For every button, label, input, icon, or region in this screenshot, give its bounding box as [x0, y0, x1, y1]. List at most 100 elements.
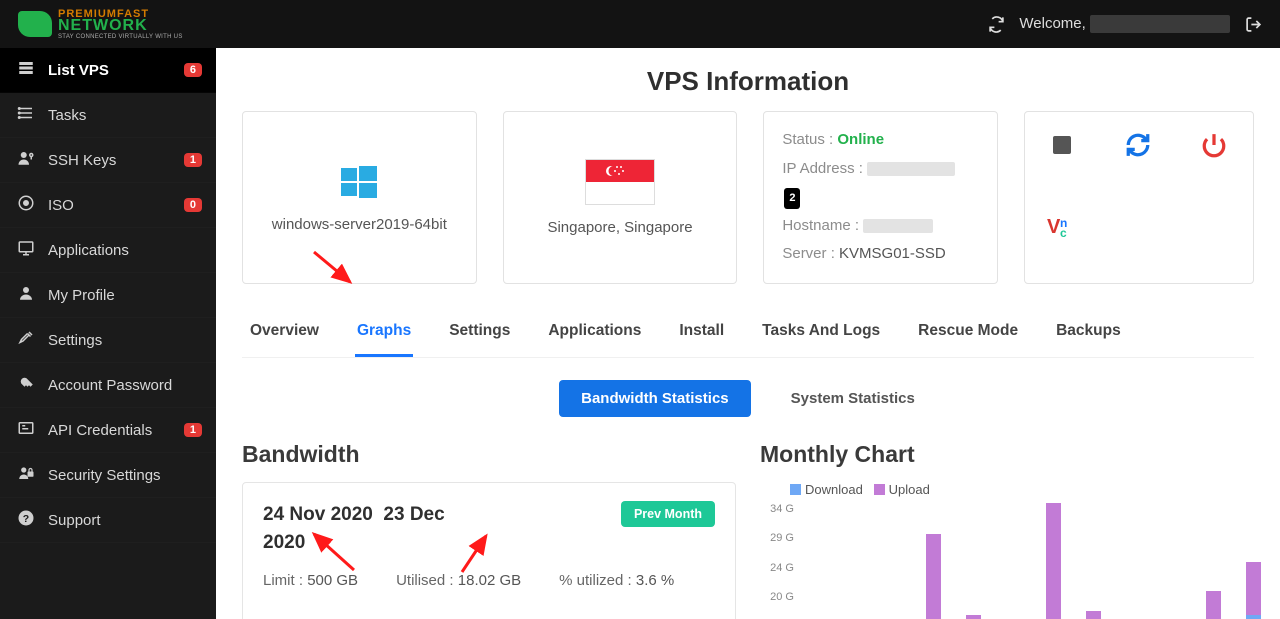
tab-overview[interactable]: Overview	[248, 312, 321, 357]
subtab-system[interactable]: System Statistics	[769, 380, 937, 417]
sidebar-icon	[16, 194, 36, 216]
card-location: Singapore, Singapore	[503, 111, 738, 284]
bar-group	[1046, 503, 1080, 619]
tab-settings[interactable]: Settings	[447, 312, 512, 357]
bar-group	[1206, 591, 1240, 619]
card-server-info: Status : Online IP Address : 2 Hostname …	[763, 111, 998, 284]
location-label: Singapore, Singapore	[547, 219, 692, 236]
sidebar-item-api-credentials[interactable]: API Credentials 1	[0, 408, 216, 453]
tab-backups[interactable]: Backups	[1054, 312, 1123, 357]
sidebar-item-label: Settings	[48, 332, 102, 349]
sidebar-item-label: Applications	[48, 242, 129, 259]
svg-text:V: V	[1047, 216, 1061, 237]
ip-label: IP Address :	[782, 160, 863, 177]
sidebar-badge: 0	[184, 198, 202, 212]
sidebar-icon	[16, 374, 36, 396]
svg-text:?: ?	[23, 513, 29, 525]
power-button[interactable]	[1199, 130, 1229, 160]
server-label: Server :	[782, 245, 835, 262]
hostname-redacted	[863, 219, 933, 233]
ip-count-badge: 2	[784, 188, 800, 209]
bar-group	[926, 534, 960, 619]
sidebar-badge: 6	[184, 63, 202, 77]
bandwidth-heading: Bandwidth	[242, 441, 736, 468]
sidebar-icon: ?	[16, 509, 36, 531]
card-actions: Vnc	[1024, 111, 1254, 284]
status-label: Status :	[782, 131, 833, 148]
sidebar: List VPS 6 Tasks SSH Keys 1 ISO 0 Applications M…	[0, 48, 216, 619]
bandwidth-limit: Limit : 500 GB	[263, 572, 358, 589]
sidebar-item-label: Account Password	[48, 377, 172, 394]
username-redacted	[1090, 15, 1230, 33]
monthly-chart-panel: Monthly Chart Download Upload 34 G29 G24…	[760, 441, 1254, 619]
sidebar-icon	[16, 239, 36, 261]
bandwidth-panel: Bandwidth 24 Nov 2020 23 Dec 2020 Prev M…	[242, 441, 736, 619]
hostname-label: Hostname :	[782, 217, 859, 234]
bar-group	[1246, 562, 1280, 619]
sidebar-icon	[16, 59, 36, 81]
bandwidth-percent: % utilized : 3.6 %	[559, 572, 674, 589]
sidebar-item-my-profile[interactable]: My Profile	[0, 273, 216, 318]
sidebar-icon	[16, 464, 36, 486]
card-os: windows-server2019-64bit	[242, 111, 477, 284]
logo-text: PREMIUMFAST NETWORK STAY CONNECTED VIRTU…	[58, 9, 183, 40]
chart-bars	[806, 503, 1254, 619]
sidebar-item-label: Tasks	[48, 107, 86, 124]
bandwidth-utilised: Utilised : 18.02 GB	[396, 572, 521, 589]
sidebar-icon	[16, 284, 36, 306]
sidebar-icon	[16, 329, 36, 351]
bar-group	[1086, 611, 1120, 619]
logout-icon[interactable]	[1244, 15, 1262, 33]
sidebar-badge: 1	[184, 423, 202, 437]
tab-rescue-mode[interactable]: Rescue Mode	[916, 312, 1020, 357]
main-content: VPS Information windows-server2019-64bit…	[216, 48, 1280, 619]
page-title: VPS Information	[242, 66, 1254, 97]
subtab-bandwidth[interactable]: Bandwidth Statistics	[559, 380, 751, 417]
vnc-button[interactable]: Vnc	[1047, 211, 1077, 241]
brand-logo[interactable]: PREMIUMFAST NETWORK STAY CONNECTED VIRTU…	[18, 9, 183, 40]
bandwidth-date-range: 24 Nov 2020 23 Dec 2020	[263, 501, 463, 558]
tab-graphs[interactable]: Graphs	[355, 312, 413, 357]
sidebar-item-settings[interactable]: Settings	[0, 318, 216, 363]
restart-button[interactable]	[1123, 130, 1153, 160]
sidebar-item-label: Support	[48, 512, 101, 529]
sidebar-item-label: My Profile	[48, 287, 115, 304]
sidebar-item-label: Security Settings	[48, 467, 161, 484]
sidebar-icon	[16, 149, 36, 171]
sidebar-item-label: API Credentials	[48, 422, 152, 439]
sidebar-item-list-vps[interactable]: List VPS 6	[0, 48, 216, 93]
tab-tasks-and-logs[interactable]: Tasks And Logs	[760, 312, 882, 357]
os-label: windows-server2019-64bit	[272, 216, 447, 233]
ip-redacted	[867, 162, 955, 176]
sidebar-item-tasks[interactable]: Tasks	[0, 93, 216, 138]
monthly-heading: Monthly Chart	[760, 441, 1254, 468]
sidebar-item-account-password[interactable]: Account Password	[0, 363, 216, 408]
sidebar-item-label: ISO	[48, 197, 74, 214]
prev-month-button[interactable]: Prev Month	[621, 501, 715, 527]
tab-install[interactable]: Install	[677, 312, 726, 357]
refresh-icon[interactable]	[987, 15, 1005, 33]
windows-icon	[339, 162, 379, 202]
server-value: KVMSG01-SSD	[839, 245, 946, 262]
sidebar-item-label: SSH Keys	[48, 152, 116, 169]
flag-icon	[585, 159, 655, 205]
sidebar-item-support[interactable]: ? Support	[0, 498, 216, 543]
chart-yaxis: 34 G29 G24 G20 G15 G	[766, 503, 798, 619]
status-value: Online	[837, 131, 884, 148]
bar-group	[966, 615, 1000, 619]
sidebar-icon	[16, 104, 36, 126]
sidebar-item-applications[interactable]: Applications	[0, 228, 216, 273]
tabs-bar: Overview Graphs Settings Applications Instal…	[242, 312, 1254, 358]
sidebar-item-label: List VPS	[48, 62, 109, 79]
stop-button[interactable]	[1047, 130, 1077, 160]
sidebar-icon	[16, 419, 36, 441]
sidebar-item-ssh-keys[interactable]: SSH Keys 1	[0, 138, 216, 183]
tab-applications[interactable]: Applications	[546, 312, 643, 357]
chart-legend: Download Upload	[790, 482, 1254, 497]
logo-mark-icon	[18, 11, 52, 37]
sidebar-item-iso[interactable]: ISO 0	[0, 183, 216, 228]
sidebar-item-security-settings[interactable]: Security Settings	[0, 453, 216, 498]
welcome-text: Welcome,	[1019, 15, 1230, 33]
sidebar-badge: 1	[184, 153, 202, 167]
svg-text:c: c	[1060, 226, 1067, 237]
